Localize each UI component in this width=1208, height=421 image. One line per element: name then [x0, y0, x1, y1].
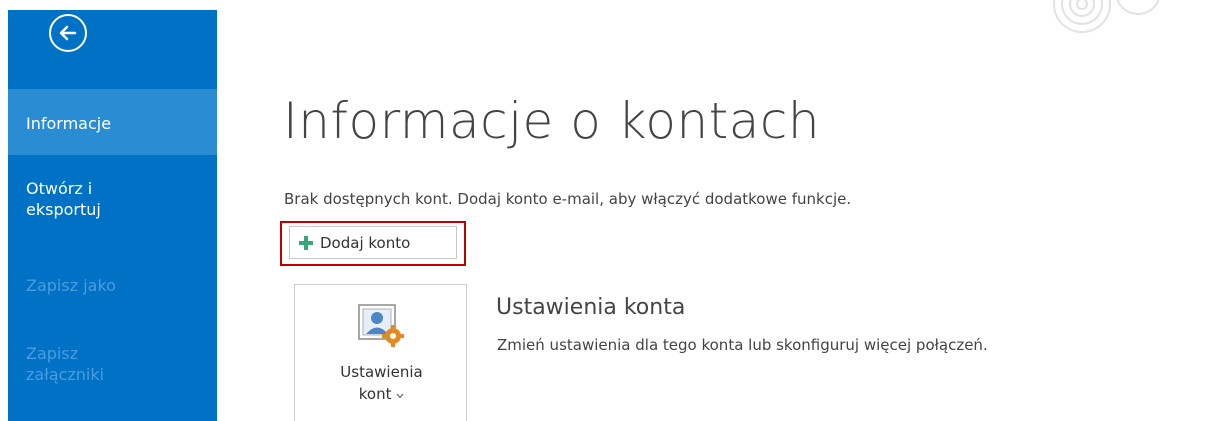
- account-settings-button[interactable]: Ustawienia kont: [294, 284, 467, 421]
- sidebar-item-informacje[interactable]: Informacje: [8, 89, 217, 155]
- account-settings-heading: Ustawienia konta: [496, 295, 686, 320]
- back-button[interactable]: [49, 14, 87, 52]
- backstage-sidebar: Informacje Otwórz i eksportuj Zapisz jak…: [8, 10, 217, 421]
- back-arrow-icon: [59, 25, 77, 41]
- sidebar-item-label-line2: załączniki: [26, 365, 105, 384]
- sidebar-item-zapisz-jako: Zapisz jako: [8, 275, 217, 296]
- tile-label-line1: Ustawienia: [340, 363, 423, 381]
- sidebar-item-label: Zapisz jako: [26, 276, 116, 295]
- dropdown-caret-icon: [396, 393, 404, 399]
- add-account-label: Dodaj konto: [320, 233, 411, 252]
- decorative-circles-icon: [1053, 0, 1160, 33]
- add-account-button[interactable]: Dodaj konto: [289, 226, 457, 259]
- plus-icon: [299, 235, 313, 250]
- page-title: Informacje o kontach: [283, 92, 821, 150]
- account-settings-description: Zmień ustawienia dla tego konta lub skon…: [497, 336, 988, 354]
- account-settings-icon: [358, 304, 404, 347]
- sidebar-item-label-line1: Otwórz i: [26, 179, 93, 198]
- sidebar-item-otworz-eksportuj[interactable]: Otwórz i eksportuj: [8, 178, 217, 220]
- tile-label-line2: kont: [295, 385, 468, 403]
- no-accounts-message: Brak dostępnych kont. Dodaj konto e-mail…: [284, 190, 852, 208]
- sidebar-item-zapisz-zalaczniki: Zapisz załączniki: [8, 343, 217, 385]
- sidebar-item-label: Informacje: [26, 114, 112, 133]
- tile-label-line2-text: kont: [358, 385, 392, 403]
- sidebar-item-label-line1: Zapisz: [26, 344, 79, 363]
- sidebar-item-label-line2: eksportuj: [26, 200, 101, 219]
